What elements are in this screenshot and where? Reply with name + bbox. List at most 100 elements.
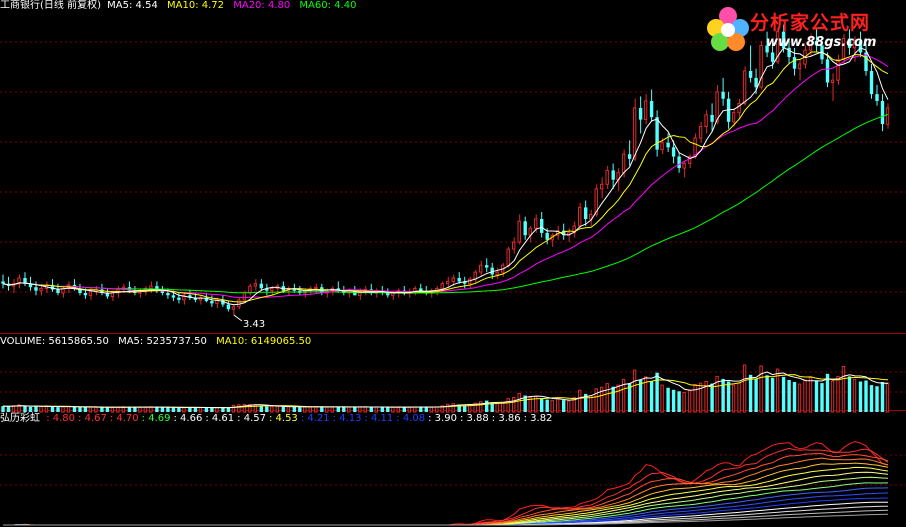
volume-bar-88	[485, 400, 489, 412]
candle-body-83	[457, 278, 461, 282]
volume-bar-7	[39, 406, 43, 413]
volume-bar-31	[171, 407, 176, 412]
stock-title: 工商银行(日线 前复权)	[0, 0, 101, 11]
volume-bar-78	[429, 406, 434, 413]
volume-bar-63	[347, 406, 351, 413]
rainbow-band-10	[3, 492, 889, 526]
candle-body-118	[649, 101, 654, 118]
candle-body-6	[34, 287, 38, 291]
volume-bar-77	[424, 407, 428, 412]
volume-bar-140	[770, 377, 775, 412]
volume-bar-155	[852, 378, 857, 413]
volume-bar-118	[649, 381, 654, 412]
candle-body-32	[177, 297, 181, 300]
candle-body-44	[242, 292, 247, 301]
candle-body-87	[479, 264, 483, 273]
volume-bar-120	[660, 384, 664, 413]
flower-icon	[707, 7, 749, 51]
volume-bar-156	[858, 381, 863, 412]
rainbow-band-15	[3, 513, 889, 526]
volume-bar-147	[808, 376, 813, 413]
ma10-line	[2, 51, 889, 303]
volume-bar-62	[342, 407, 346, 412]
volume-bar-36	[198, 407, 203, 413]
candle-body-30	[166, 293, 170, 296]
candle-body-76	[419, 288, 423, 291]
low-label: 3.43	[243, 319, 265, 330]
volume-bar-160	[880, 382, 885, 412]
candle-body-80	[440, 283, 444, 289]
candle-body-145	[797, 63, 802, 70]
volume-bar-65	[358, 406, 362, 413]
candle-body-45	[248, 285, 252, 294]
candle-body-127	[698, 126, 703, 139]
volume-bar-57	[314, 406, 318, 413]
candle-body-122	[671, 147, 676, 157]
ma60-legend: MA60: 4.40	[299, 0, 357, 11]
volume-bar-112	[616, 384, 620, 413]
volume-bar-129	[710, 383, 714, 412]
volume-bar-148	[814, 380, 819, 412]
volume-bar-48	[265, 406, 269, 412]
volume-bar-56	[308, 406, 313, 413]
volume-bar-24	[133, 407, 137, 412]
candle-body-57	[314, 286, 318, 289]
candle-body-43	[237, 299, 241, 308]
candle-body-20	[110, 292, 115, 297]
candle-body-42	[231, 306, 236, 310]
volume-bar-47	[259, 405, 263, 412]
volume-bar-152	[836, 375, 840, 413]
volume-bar-136	[748, 374, 753, 412]
ma20-legend: MA20: 4.80	[233, 0, 291, 11]
rainbow-band-4	[3, 462, 889, 526]
volume-bar-26	[143, 406, 148, 413]
volume-bar-30	[166, 407, 170, 412]
volume-bar-98	[540, 398, 544, 412]
candle-body-120	[660, 142, 664, 151]
volume-bar-103	[567, 400, 571, 413]
volume-bar-144	[792, 382, 797, 412]
volume-bar-93	[512, 397, 516, 413]
volume-bar-159	[875, 386, 879, 412]
indicator-value-13: : 3.88	[459, 413, 489, 424]
stock-chart: 3.43	[0, 24, 906, 526]
volume-bar-99	[545, 399, 549, 412]
volume-bar-124	[682, 391, 686, 413]
candle-body-15	[83, 293, 88, 296]
volume-legend: VOLUME: 5615865.50 MA5: 5235737.50 MA10:…	[0, 336, 317, 348]
indicator-value-7: : 4.53	[268, 413, 298, 424]
indicator-value-10: : 4.11	[364, 413, 394, 424]
volume-ma5: MA5: 5235737.50	[118, 336, 207, 347]
volume-bar-11	[61, 406, 65, 413]
price-legend: 工商银行(日线 前复权) MA5: 4.54 MA10: 4.72 MA20: …	[0, 0, 362, 12]
volume-bar-145	[797, 383, 802, 413]
candle-body-158	[869, 71, 874, 95]
candle-body-109	[600, 183, 604, 190]
indicator-value-6: : 4.57	[237, 413, 266, 424]
site-logo: 分析家公式网 www.88gs.com	[706, 2, 904, 60]
volume-bar-119	[655, 372, 659, 412]
volume-bar-133	[731, 384, 736, 413]
volume-bar-29	[160, 407, 165, 412]
volume-bar-94	[517, 392, 521, 413]
candle-body-98	[540, 219, 544, 233]
candle-body-135	[742, 70, 747, 104]
candle-body-7	[39, 287, 43, 292]
candle-body-115	[632, 107, 637, 160]
candle-body-94	[517, 220, 521, 243]
candle-body-137	[754, 77, 758, 88]
candle-body-47	[259, 283, 263, 289]
indicator-value-3: : 4.69	[141, 413, 171, 424]
volume-bar-38	[210, 407, 214, 412]
volume-bar-39	[215, 407, 219, 413]
volume-bar-32	[177, 407, 181, 412]
volume-bar-126	[693, 384, 697, 413]
volume-value: VOLUME: 5615865.50	[0, 336, 109, 347]
candle-body-0	[1, 281, 5, 284]
volume-bar-64	[353, 407, 357, 412]
volume-bar-40	[221, 407, 225, 412]
volume-bar-2	[11, 405, 16, 413]
volume-bar-12	[66, 405, 71, 413]
volume-bar-134	[737, 382, 741, 413]
candle-body-119	[655, 117, 659, 150]
